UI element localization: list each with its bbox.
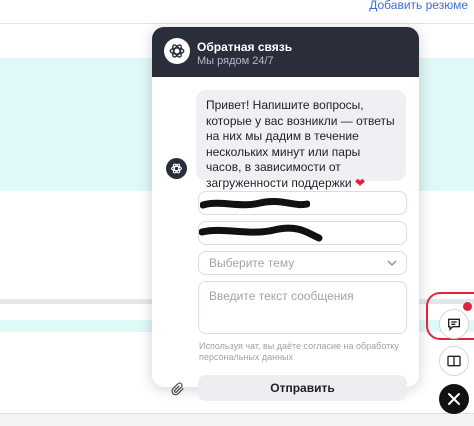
topic-select-placeholder: Выберите тему bbox=[209, 256, 295, 270]
send-button[interactable]: Отправить bbox=[198, 375, 407, 401]
message-textarea[interactable]: Введите текст сообщения bbox=[198, 281, 407, 334]
background-divider bbox=[0, 23, 474, 24]
paperclip-icon[interactable] bbox=[171, 382, 185, 396]
background-footer-strip bbox=[0, 413, 474, 426]
chat-header: Обратная связь Мы рядом 24/7 bbox=[152, 27, 419, 77]
background-panel bbox=[0, 191, 38, 291]
redaction-scribble bbox=[199, 224, 323, 242]
chevron-down-icon bbox=[387, 260, 397, 266]
chat-title: Обратная связь bbox=[197, 40, 293, 54]
bot-avatar-icon bbox=[166, 158, 187, 179]
close-icon bbox=[448, 393, 460, 405]
consent-note: Используя чат, вы даёте согласие на обра… bbox=[199, 341, 399, 362]
chat-toggle-button[interactable] bbox=[439, 309, 469, 339]
chat-subtitle: Мы рядом 24/7 bbox=[197, 55, 274, 67]
openai-knot-icon bbox=[164, 38, 190, 64]
support-message-text: Привет! Напишите вопросы, которые у вас … bbox=[206, 98, 395, 190]
message-placeholder: Введите текст сообщения bbox=[209, 289, 354, 303]
add-resume-link[interactable]: Добавить резюме bbox=[369, 0, 468, 12]
redaction-scribble bbox=[200, 197, 310, 209]
support-message-bubble: Привет! Напишите вопросы, которые у вас … bbox=[196, 90, 406, 190]
knowledge-base-button[interactable] bbox=[439, 346, 469, 376]
chat-bubble-icon bbox=[448, 318, 460, 331]
close-chat-button[interactable] bbox=[439, 384, 469, 414]
topic-select[interactable]: Выберите тему bbox=[198, 251, 407, 275]
heart-icon: ❤ bbox=[354, 175, 366, 190]
notification-dot bbox=[463, 302, 472, 311]
book-icon bbox=[447, 355, 461, 367]
